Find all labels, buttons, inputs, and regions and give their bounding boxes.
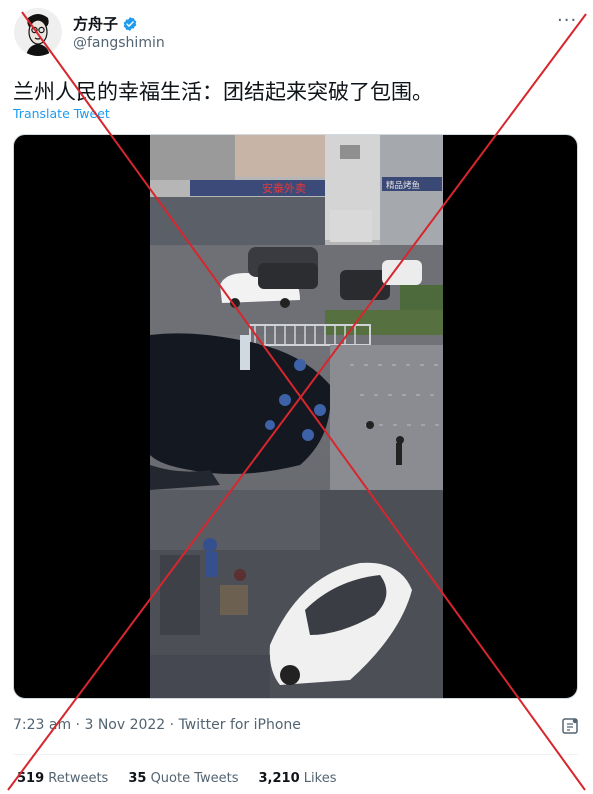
share-icon[interactable]	[560, 716, 580, 736]
tweet-timestamp[interactable]: 7:23 am · 3 Nov 2022 · Twitter for iPhon…	[13, 717, 301, 733]
video-frame: 安泰外卖 精品烤鱼	[150, 135, 443, 698]
translate-tweet-link[interactable]: Translate Tweet	[13, 106, 110, 121]
retweets-count: 519	[17, 771, 45, 786]
more-icon[interactable]: ···	[557, 10, 577, 31]
user-handle[interactable]: @fangshimin	[73, 35, 165, 51]
likes-stat[interactable]: 3,210 Likes	[259, 771, 337, 786]
tweet-header: 方舟子 @fangshimin ···	[0, 0, 593, 70]
divider	[13, 754, 578, 755]
display-name[interactable]: 方舟子	[73, 13, 118, 34]
quotes-count: 35	[128, 771, 147, 786]
shop-sign-right-text: 精品烤鱼	[386, 180, 420, 191]
retweets-stat[interactable]: 519 Retweets	[17, 771, 108, 786]
likes-label: Likes	[303, 771, 337, 786]
likes-count: 3,210	[258, 771, 300, 786]
tweet-video[interactable]: 安泰外卖 精品烤鱼	[13, 134, 578, 699]
verified-badge-icon	[123, 16, 137, 31]
avatar-portrait-icon	[14, 8, 62, 56]
quote-tweets-stat[interactable]: 35 Quote Tweets	[128, 771, 238, 786]
retweets-label: Retweets	[48, 771, 109, 786]
tweet-stats: 519 Retweets 35 Quote Tweets 3,210 Likes	[17, 771, 336, 786]
shop-sign-text: 安泰外卖	[262, 181, 306, 195]
name-row: 方舟子	[73, 13, 138, 34]
quotes-label: Quote Tweets	[150, 771, 239, 786]
avatar[interactable]	[14, 8, 62, 56]
tweet-text: 兰州人民的幸福生活：团结起来突破了包围。	[13, 80, 433, 104]
